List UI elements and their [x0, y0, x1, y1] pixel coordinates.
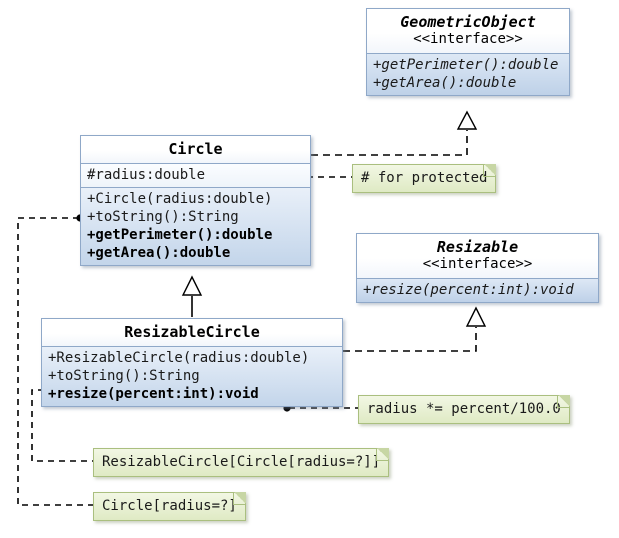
- note-fold-corner-icon: [556, 395, 570, 408]
- resizable-stereotype: <<interface>>: [422, 256, 533, 272]
- geometricobject-name: GeometricObject: [400, 13, 536, 31]
- circle-attributes: #radius:double: [81, 164, 310, 188]
- operation-item: +getPerimeter():double: [87, 227, 273, 243]
- note-text: Circle[radius=?]: [102, 498, 237, 514]
- operation-item: +getArea():double: [87, 245, 231, 261]
- class-box-circle[interactable]: Circle #radius:double +Circle(radius:dou…: [80, 135, 311, 266]
- note-fold-corner-icon: [232, 492, 246, 505]
- note-resize-body[interactable]: radius *= percent/100.0: [358, 395, 570, 424]
- note-circle-tostring[interactable]: Circle[radius=?]: [93, 492, 246, 521]
- edge-resizablecircle-extends-circle: [181, 275, 203, 317]
- note-protected[interactable]: # for protected: [352, 164, 497, 193]
- class-box-resizable[interactable]: Resizable <<interface>> +resize(percent:…: [356, 233, 599, 303]
- note-text: radius *= percent/100.0: [367, 401, 561, 417]
- resizable-title: Resizable <<interface>>: [357, 234, 598, 279]
- circle-name: Circle: [168, 140, 223, 158]
- operation-item: +ResizableCircle(radius:double): [48, 350, 310, 366]
- resizable-name: Resizable: [436, 238, 519, 256]
- edge-circle-implements-geometricobject: [311, 110, 478, 156]
- geometricobject-stereotype: <<interface>>: [413, 31, 523, 47]
- attribute-item: #radius:double: [87, 167, 206, 183]
- resizable-operations: +resize(percent:int):void: [357, 279, 598, 302]
- operation-item: +toString():String: [87, 209, 239, 225]
- note-resizablecircle-tostring[interactable]: ResizableCircle[Circle[radius=?]]: [93, 448, 390, 477]
- note-fold-corner-icon: [376, 448, 390, 461]
- resizablecircle-title: ResizableCircle: [42, 319, 342, 347]
- class-box-resizablecircle[interactable]: ResizableCircle +ResizableCircle(radius:…: [41, 318, 343, 407]
- note-text: ResizableCircle[Circle[radius=?]]: [102, 454, 381, 470]
- resizablecircle-operations: +ResizableCircle(radius:double) +toStrin…: [42, 347, 342, 406]
- operation-item: +toString():String: [48, 368, 200, 384]
- operation-item: +getPerimeter():double: [373, 57, 559, 73]
- resizablecircle-name: ResizableCircle: [124, 323, 260, 341]
- edge-resizablecircle-implements-resizable: [343, 306, 487, 352]
- circle-operations: +Circle(radius:double) +toString():Strin…: [81, 188, 310, 265]
- class-box-geometricobject[interactable]: GeometricObject <<interface>> +getPerime…: [366, 8, 570, 96]
- geometricobject-operations: +getPerimeter():double +getArea():double: [367, 54, 569, 95]
- operation-item: +resize(percent:int):void: [48, 386, 259, 402]
- operation-item: +getArea():double: [373, 75, 517, 91]
- geometricobject-title: GeometricObject <<interface>>: [367, 9, 569, 54]
- note-text: # for protected: [361, 170, 488, 186]
- note-fold-corner-icon: [483, 164, 497, 177]
- circle-title: Circle: [81, 136, 310, 164]
- operation-item: +Circle(radius:double): [87, 191, 273, 207]
- operation-item: +resize(percent:int):void: [363, 282, 574, 298]
- uml-diagram-canvas: GeometricObject <<interface>> +getPerime…: [0, 0, 619, 538]
